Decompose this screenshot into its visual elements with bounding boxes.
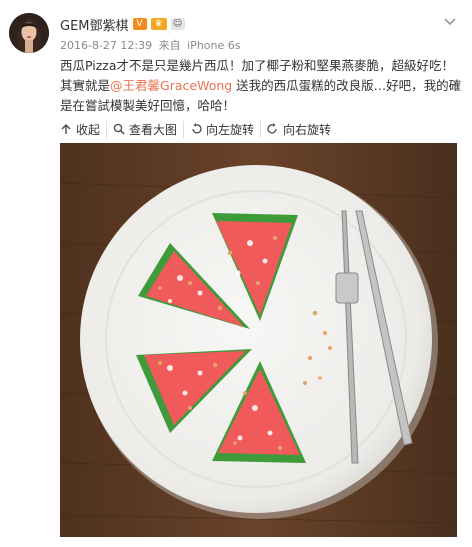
avatar[interactable] xyxy=(9,13,49,53)
watermelon-pizza-image xyxy=(60,143,457,537)
user-name[interactable]: GEM鄧紫棋 xyxy=(60,15,129,34)
post-photo[interactable] xyxy=(60,143,457,537)
cow-badge-icon: ☺ xyxy=(170,18,185,30)
mention-link[interactable]: @王君馨GraceWong xyxy=(110,78,232,93)
post-header: GEM鄧紫棋 V ♛ ☺ 2016-8-27 12:39 来自 iPhone 6… xyxy=(0,0,472,60)
post-text: 西瓜Pizza才不是只是幾片西瓜！加了椰子粉和堅果燕麥脆，超級好吃！其實就是@王… xyxy=(60,56,465,116)
device-name: iPhone 6s xyxy=(187,39,241,52)
verified-badge-icon: V xyxy=(132,18,147,30)
media-toolbar: 收起 查看大图 向左旋转 向右旋转 xyxy=(60,119,337,139)
rotate-left-label: 向左旋转 xyxy=(206,122,255,137)
rotate-left-button[interactable]: 向左旋转 xyxy=(183,120,260,138)
rotate-right-icon xyxy=(267,123,277,134)
magnifier-icon xyxy=(113,123,125,135)
arrow-up-icon xyxy=(61,123,71,134)
vip-badge-icon: ♛ xyxy=(150,18,167,30)
collapse-button[interactable]: 收起 xyxy=(60,121,106,138)
view-large-button[interactable]: 查看大图 xyxy=(106,120,183,138)
rotate-right-label: 向右旋转 xyxy=(283,122,332,137)
rotate-left-icon xyxy=(192,123,202,134)
post-meta: 2016-8-27 12:39 来自 iPhone 6s xyxy=(60,37,240,53)
view-large-label: 查看大图 xyxy=(129,122,178,137)
avatar-image xyxy=(9,13,49,53)
rotate-right-button[interactable]: 向右旋转 xyxy=(260,120,337,138)
chevron-down-icon[interactable] xyxy=(442,14,458,28)
user-name-row: GEM鄧紫棋 V ♛ ☺ xyxy=(60,14,185,34)
timestamp[interactable]: 2016-8-27 12:39 xyxy=(60,39,152,52)
source-prefix: 来自 xyxy=(158,39,181,52)
collapse-label: 收起 xyxy=(76,122,101,137)
